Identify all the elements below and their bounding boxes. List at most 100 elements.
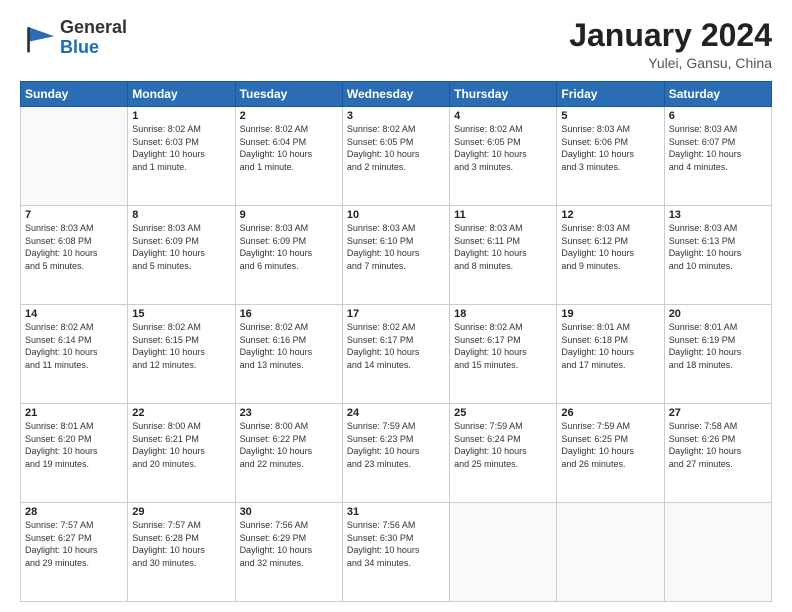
calendar-cell <box>664 503 771 602</box>
day-number: 1 <box>132 110 230 122</box>
day-of-week-header: Monday <box>128 82 235 107</box>
calendar-cell: 31Sunrise: 7:56 AM Sunset: 6:30 PM Dayli… <box>342 503 449 602</box>
logo: General Blue <box>20 18 127 58</box>
day-info: Sunrise: 8:03 AM Sunset: 6:06 PM Dayligh… <box>561 123 659 173</box>
day-number: 7 <box>25 209 123 221</box>
logo-blue: Blue <box>60 37 99 57</box>
calendar-cell: 15Sunrise: 8:02 AM Sunset: 6:15 PM Dayli… <box>128 305 235 404</box>
day-number: 8 <box>132 209 230 221</box>
day-number: 25 <box>454 407 552 419</box>
day-number: 2 <box>240 110 338 122</box>
day-info: Sunrise: 8:01 AM Sunset: 6:19 PM Dayligh… <box>669 321 767 371</box>
calendar-week-row: 1Sunrise: 8:02 AM Sunset: 6:03 PM Daylig… <box>21 107 772 206</box>
day-info: Sunrise: 8:03 AM Sunset: 6:08 PM Dayligh… <box>25 222 123 272</box>
day-of-week-header: Saturday <box>664 82 771 107</box>
day-info: Sunrise: 8:02 AM Sunset: 6:05 PM Dayligh… <box>454 123 552 173</box>
day-info: Sunrise: 7:59 AM Sunset: 6:24 PM Dayligh… <box>454 420 552 470</box>
header: General Blue January 2024 Yulei, Gansu, … <box>20 18 772 71</box>
calendar-cell: 21Sunrise: 8:01 AM Sunset: 6:20 PM Dayli… <box>21 404 128 503</box>
calendar-cell: 11Sunrise: 8:03 AM Sunset: 6:11 PM Dayli… <box>450 206 557 305</box>
day-of-week-header: Wednesday <box>342 82 449 107</box>
calendar-week-row: 14Sunrise: 8:02 AM Sunset: 6:14 PM Dayli… <box>21 305 772 404</box>
day-info: Sunrise: 8:02 AM Sunset: 6:03 PM Dayligh… <box>132 123 230 173</box>
calendar-cell <box>450 503 557 602</box>
calendar-cell <box>557 503 664 602</box>
calendar-cell <box>21 107 128 206</box>
day-info: Sunrise: 7:59 AM Sunset: 6:25 PM Dayligh… <box>561 420 659 470</box>
calendar-cell: 19Sunrise: 8:01 AM Sunset: 6:18 PM Dayli… <box>557 305 664 404</box>
logo-icon <box>20 20 56 56</box>
day-number: 22 <box>132 407 230 419</box>
day-info: Sunrise: 7:58 AM Sunset: 6:26 PM Dayligh… <box>669 420 767 470</box>
calendar-cell: 1Sunrise: 8:02 AM Sunset: 6:03 PM Daylig… <box>128 107 235 206</box>
day-info: Sunrise: 8:03 AM Sunset: 6:09 PM Dayligh… <box>240 222 338 272</box>
day-number: 10 <box>347 209 445 221</box>
calendar-cell: 7Sunrise: 8:03 AM Sunset: 6:08 PM Daylig… <box>21 206 128 305</box>
day-info: Sunrise: 8:02 AM Sunset: 6:04 PM Dayligh… <box>240 123 338 173</box>
day-number: 9 <box>240 209 338 221</box>
day-info: Sunrise: 8:03 AM Sunset: 6:13 PM Dayligh… <box>669 222 767 272</box>
day-info: Sunrise: 8:02 AM Sunset: 6:17 PM Dayligh… <box>454 321 552 371</box>
day-number: 6 <box>669 110 767 122</box>
calendar-cell: 18Sunrise: 8:02 AM Sunset: 6:17 PM Dayli… <box>450 305 557 404</box>
day-info: Sunrise: 8:02 AM Sunset: 6:14 PM Dayligh… <box>25 321 123 371</box>
day-info: Sunrise: 7:57 AM Sunset: 6:28 PM Dayligh… <box>132 519 230 569</box>
logo-general: General <box>60 17 127 37</box>
page: General Blue January 2024 Yulei, Gansu, … <box>0 0 792 612</box>
calendar-week-row: 21Sunrise: 8:01 AM Sunset: 6:20 PM Dayli… <box>21 404 772 503</box>
day-info: Sunrise: 8:02 AM Sunset: 6:16 PM Dayligh… <box>240 321 338 371</box>
day-info: Sunrise: 8:03 AM Sunset: 6:11 PM Dayligh… <box>454 222 552 272</box>
day-info: Sunrise: 8:01 AM Sunset: 6:20 PM Dayligh… <box>25 420 123 470</box>
day-number: 29 <box>132 506 230 518</box>
day-number: 28 <box>25 506 123 518</box>
day-number: 16 <box>240 308 338 320</box>
day-info: Sunrise: 7:59 AM Sunset: 6:23 PM Dayligh… <box>347 420 445 470</box>
calendar-table: SundayMondayTuesdayWednesdayThursdayFrid… <box>20 81 772 602</box>
day-number: 27 <box>669 407 767 419</box>
calendar-cell: 24Sunrise: 7:59 AM Sunset: 6:23 PM Dayli… <box>342 404 449 503</box>
calendar-cell: 27Sunrise: 7:58 AM Sunset: 6:26 PM Dayli… <box>664 404 771 503</box>
day-number: 11 <box>454 209 552 221</box>
day-info: Sunrise: 8:02 AM Sunset: 6:15 PM Dayligh… <box>132 321 230 371</box>
calendar-cell: 9Sunrise: 8:03 AM Sunset: 6:09 PM Daylig… <box>235 206 342 305</box>
calendar-cell: 8Sunrise: 8:03 AM Sunset: 6:09 PM Daylig… <box>128 206 235 305</box>
day-info: Sunrise: 7:56 AM Sunset: 6:29 PM Dayligh… <box>240 519 338 569</box>
day-info: Sunrise: 8:01 AM Sunset: 6:18 PM Dayligh… <box>561 321 659 371</box>
day-of-week-header: Sunday <box>21 82 128 107</box>
day-number: 19 <box>561 308 659 320</box>
calendar-cell: 20Sunrise: 8:01 AM Sunset: 6:19 PM Dayli… <box>664 305 771 404</box>
day-number: 13 <box>669 209 767 221</box>
calendar-cell: 17Sunrise: 8:02 AM Sunset: 6:17 PM Dayli… <box>342 305 449 404</box>
calendar-cell: 16Sunrise: 8:02 AM Sunset: 6:16 PM Dayli… <box>235 305 342 404</box>
day-info: Sunrise: 8:03 AM Sunset: 6:10 PM Dayligh… <box>347 222 445 272</box>
day-info: Sunrise: 8:00 AM Sunset: 6:21 PM Dayligh… <box>132 420 230 470</box>
day-of-week-header: Friday <box>557 82 664 107</box>
calendar-cell: 3Sunrise: 8:02 AM Sunset: 6:05 PM Daylig… <box>342 107 449 206</box>
day-info: Sunrise: 8:03 AM Sunset: 6:09 PM Dayligh… <box>132 222 230 272</box>
calendar-cell: 30Sunrise: 7:56 AM Sunset: 6:29 PM Dayli… <box>235 503 342 602</box>
logo-text: General Blue <box>60 18 127 58</box>
day-number: 12 <box>561 209 659 221</box>
location-subtitle: Yulei, Gansu, China <box>569 55 772 71</box>
calendar-cell: 5Sunrise: 8:03 AM Sunset: 6:06 PM Daylig… <box>557 107 664 206</box>
calendar-cell: 10Sunrise: 8:03 AM Sunset: 6:10 PM Dayli… <box>342 206 449 305</box>
calendar-cell: 28Sunrise: 7:57 AM Sunset: 6:27 PM Dayli… <box>21 503 128 602</box>
calendar-cell: 22Sunrise: 8:00 AM Sunset: 6:21 PM Dayli… <box>128 404 235 503</box>
day-number: 17 <box>347 308 445 320</box>
day-info: Sunrise: 8:03 AM Sunset: 6:12 PM Dayligh… <box>561 222 659 272</box>
calendar-week-row: 28Sunrise: 7:57 AM Sunset: 6:27 PM Dayli… <box>21 503 772 602</box>
calendar-cell: 6Sunrise: 8:03 AM Sunset: 6:07 PM Daylig… <box>664 107 771 206</box>
calendar-cell: 23Sunrise: 8:00 AM Sunset: 6:22 PM Dayli… <box>235 404 342 503</box>
calendar-cell: 14Sunrise: 8:02 AM Sunset: 6:14 PM Dayli… <box>21 305 128 404</box>
title-block: January 2024 Yulei, Gansu, China <box>569 18 772 71</box>
calendar-cell: 29Sunrise: 7:57 AM Sunset: 6:28 PM Dayli… <box>128 503 235 602</box>
calendar-cell: 4Sunrise: 8:02 AM Sunset: 6:05 PM Daylig… <box>450 107 557 206</box>
day-number: 18 <box>454 308 552 320</box>
calendar-cell: 26Sunrise: 7:59 AM Sunset: 6:25 PM Dayli… <box>557 404 664 503</box>
day-of-week-header: Thursday <box>450 82 557 107</box>
calendar-week-row: 7Sunrise: 8:03 AM Sunset: 6:08 PM Daylig… <box>21 206 772 305</box>
day-number: 23 <box>240 407 338 419</box>
header-row: SundayMondayTuesdayWednesdayThursdayFrid… <box>21 82 772 107</box>
calendar-cell: 13Sunrise: 8:03 AM Sunset: 6:13 PM Dayli… <box>664 206 771 305</box>
day-number: 30 <box>240 506 338 518</box>
